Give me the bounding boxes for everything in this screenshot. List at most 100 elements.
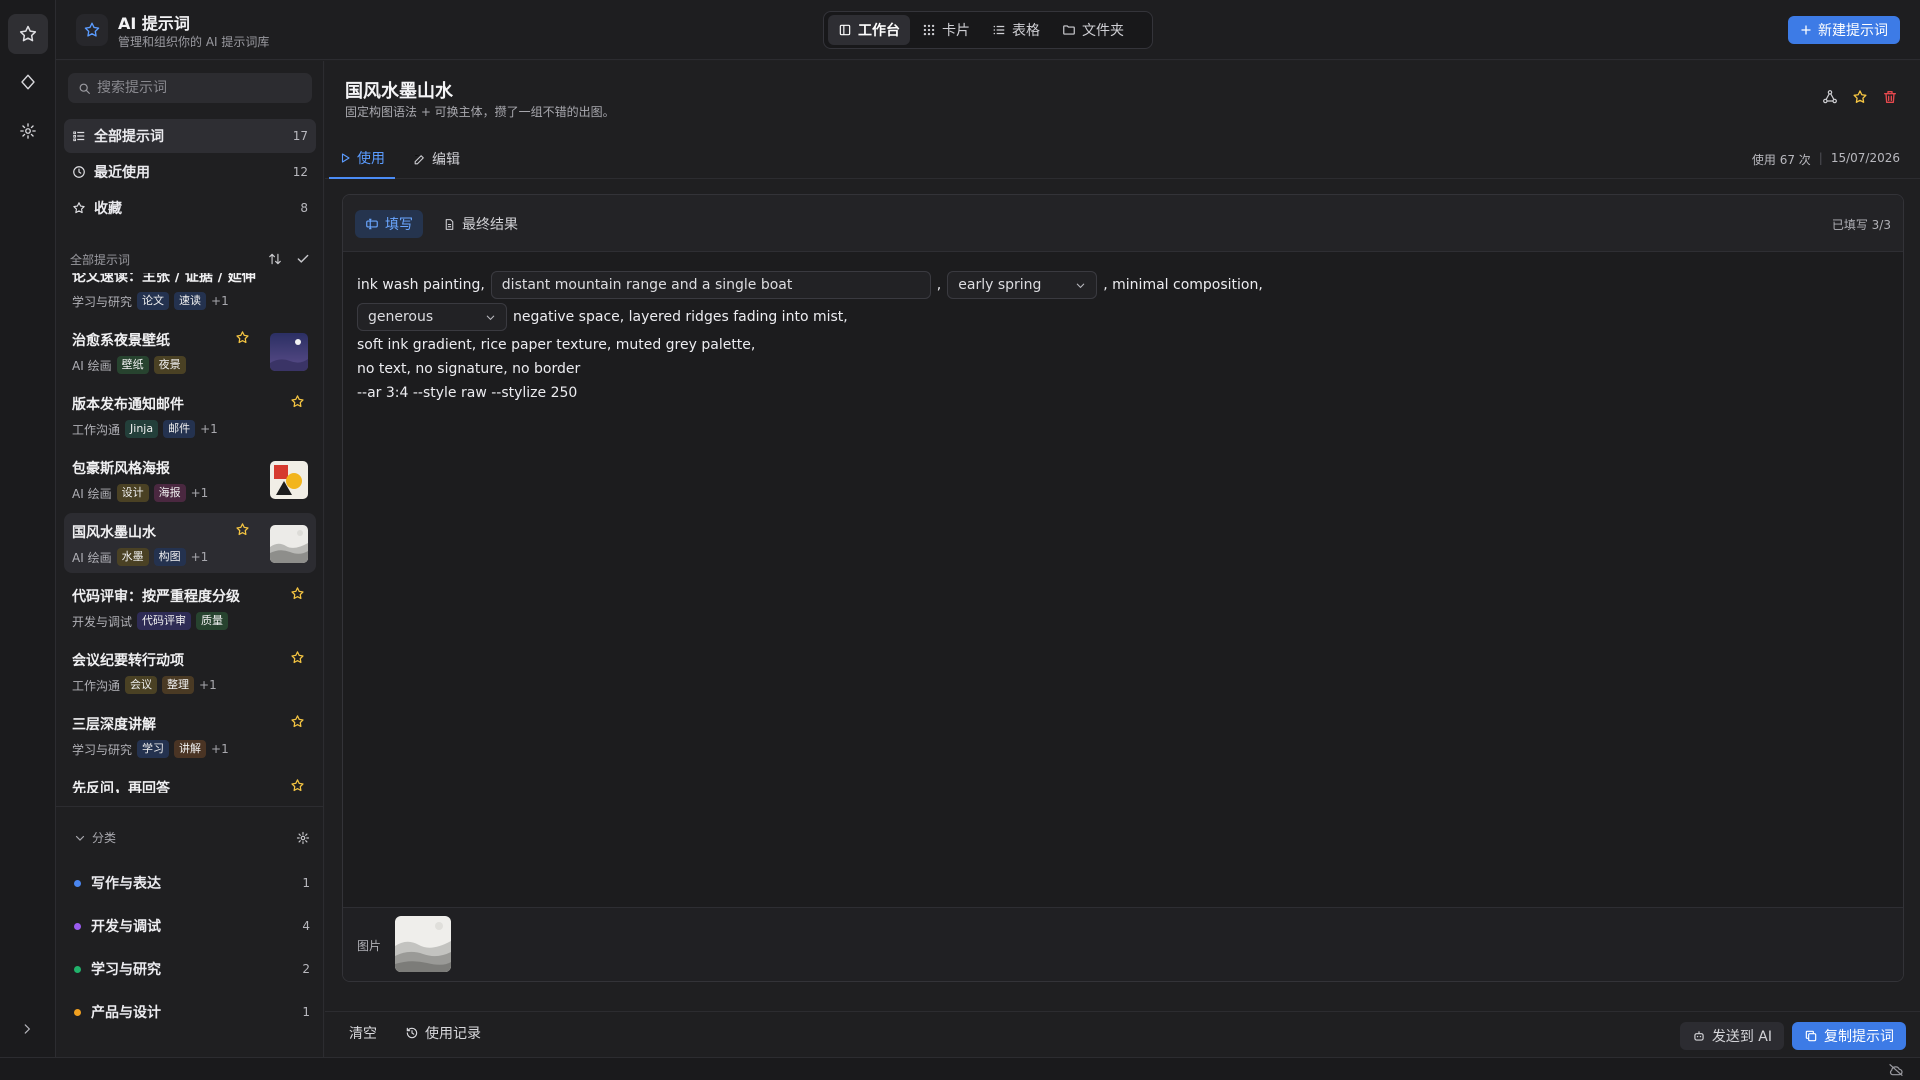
list-item[interactable]: 代码评审：按严重程度分级 开发与调试 代码评审 质量	[64, 577, 316, 637]
categories-header[interactable]: 分类	[74, 829, 310, 846]
trash-icon[interactable]	[1882, 89, 1898, 105]
gear-icon[interactable]	[296, 831, 310, 845]
tag: 海报	[153, 484, 186, 502]
prompt-list: 论文速读：主张 / 证据 / 延伸 学习与研究 论文 速读 +1 治愈系夜景壁纸…	[56, 273, 324, 793]
night-scene-thumbnail	[270, 333, 308, 371]
tab-label: 编辑	[432, 152, 460, 168]
star-icon[interactable]	[235, 330, 250, 345]
robot-icon	[1694, 1031, 1704, 1041]
season-select[interactable]: early spring	[947, 271, 1098, 299]
history-icon	[406, 1027, 418, 1039]
view-cards-button[interactable]: 卡片	[912, 15, 980, 45]
prompt-title: 会议纪要转行动项	[72, 653, 184, 669]
prompt-category: 学习与研究	[72, 294, 133, 309]
subject-field[interactable]: distant mountain range and a single boat	[490, 271, 931, 299]
favorites-rail-button[interactable]	[8, 14, 48, 54]
text-cursor-icon	[366, 218, 378, 230]
history-button[interactable]: 使用记录	[405, 1023, 481, 1043]
view-folder-button[interactable]: 文件夹	[1052, 15, 1134, 45]
category-dot	[74, 922, 81, 930]
select-value: early spring	[958, 277, 1042, 293]
star-icon[interactable]	[290, 394, 305, 409]
nav-recent[interactable]: 最近使用 12	[64, 155, 316, 189]
nav-label: 全部提示词	[94, 129, 164, 145]
tag: 质量	[196, 612, 229, 630]
star-icon[interactable]	[290, 586, 305, 601]
new-prompt-button[interactable]: 新建提示词	[1788, 16, 1900, 44]
list-header-label: 全部提示词	[70, 252, 131, 267]
tab-final-result[interactable]: 最终结果	[433, 210, 528, 238]
search-box[interactable]	[68, 73, 312, 103]
plus-icon	[1801, 25, 1811, 35]
models-rail-button[interactable]	[8, 62, 48, 102]
prompt-category: AI 绘画	[72, 358, 112, 373]
category-item[interactable]: 产品与设计 1	[74, 1000, 310, 1024]
bottom-left-actions: 清空 使用记录	[349, 1023, 481, 1043]
tab-fill[interactable]: 填写	[355, 210, 423, 238]
attached-image[interactable]	[395, 916, 451, 972]
list-item[interactable]: 版本发布通知邮件 工作沟通 Jinja 邮件 +1	[64, 385, 316, 445]
image-label: 图片	[357, 939, 382, 953]
star-icon[interactable]	[290, 778, 305, 793]
list-item[interactable]: 三层深度讲解 学习与研究 学习 讲解 +1	[64, 705, 316, 765]
prompt-category: AI 绘画	[72, 486, 112, 501]
more-tags: +1	[211, 742, 229, 756]
check-icon[interactable]	[296, 252, 310, 266]
prompt-meta: AI 绘画 设计 海报 +1	[72, 484, 208, 502]
category-item[interactable]: 学习与研究 2	[74, 957, 310, 981]
last-used-date: 15/07/2026	[1830, 151, 1900, 165]
category-item[interactable]: 写作与表达 1	[74, 871, 310, 895]
list-section-header: 全部提示词	[70, 249, 310, 269]
category-item[interactable]: 开发与调试 4	[74, 914, 310, 938]
tab-edit[interactable]: 编辑	[403, 139, 470, 179]
list-item[interactable]: 论文速读：主张 / 证据 / 延伸 学习与研究 论文 速读 +1	[64, 273, 316, 317]
star-icon[interactable]	[290, 714, 305, 729]
template-text: ink wash painting,	[357, 277, 485, 293]
send-to-ai-button[interactable]: 发送到 AI	[1679, 1022, 1784, 1050]
category-count: 2	[302, 962, 310, 976]
nav-all-prompts[interactable]: 全部提示词 17	[64, 119, 316, 153]
space-select[interactable]: generous	[357, 303, 507, 331]
new-prompt-label: 新建提示词	[1818, 23, 1888, 39]
tag: Jinja	[125, 420, 159, 438]
view-label: 表格	[1012, 23, 1040, 39]
category-name: 学习与研究	[91, 962, 161, 978]
list-item[interactable]: 会议纪要转行动项 工作沟通 会议 整理 +1	[64, 641, 316, 701]
view-workbench-button[interactable]: 工作台	[828, 15, 910, 45]
cloud-off-icon[interactable]	[1888, 1063, 1904, 1077]
list-item[interactable]: 国风水墨山水 AI 绘画 水墨 构图 +1	[64, 513, 316, 573]
grid-icon	[923, 24, 935, 36]
app-subtitle: 管理和组织你的 AI 提示词库	[118, 35, 270, 49]
view-label: 工作台	[858, 23, 900, 39]
send-label: 发送到 AI	[1711, 1029, 1772, 1045]
prompt-title: 国风水墨山水	[72, 525, 156, 541]
thumbnail-image	[270, 525, 308, 563]
nav-favorites[interactable]: 收藏 8	[64, 191, 316, 225]
expand-sidebar-button[interactable]	[20, 1022, 34, 1036]
share-icon[interactable]	[1822, 89, 1838, 105]
diamond-icon	[21, 74, 35, 90]
main-panel: 国风水墨山水 固定构图语法 + 可换主体，攒了一组不错的出图。 使用 编辑 使用…	[325, 61, 1920, 1057]
tab-use[interactable]: 使用	[329, 139, 395, 179]
list-item[interactable]: 治愈系夜景壁纸 AI 绘画 壁纸 夜景	[64, 321, 316, 381]
prompt-title: 论文速读：主张 / 证据 / 延伸	[72, 273, 256, 285]
template-text: , minimal composition,	[1103, 277, 1263, 293]
star-icon[interactable]	[290, 650, 305, 665]
view-table-button[interactable]: 表格	[982, 15, 1050, 45]
tag: 壁纸	[116, 356, 149, 374]
star-icon[interactable]	[235, 522, 250, 537]
usage-info: 使用 67 次 | 15/07/2026	[1752, 151, 1900, 168]
list-item[interactable]: 包豪斯风格海报 AI 绘画 设计 海报 +1	[64, 449, 316, 509]
sort-icon[interactable]	[268, 252, 282, 266]
top-header: AI 提示词 管理和组织你的 AI 提示词库 工作台 卡片 表格 文件夹 新建提…	[56, 0, 1920, 60]
clear-button[interactable]: 清空	[349, 1023, 377, 1043]
star-icon[interactable]	[1852, 89, 1868, 105]
search-input[interactable]	[97, 80, 297, 96]
copy-prompt-button[interactable]: 复制提示词	[1792, 1022, 1906, 1050]
page-description: 固定构图语法 + 可换主体，攒了一组不错的出图。	[345, 105, 615, 119]
tag: 整理	[162, 676, 195, 694]
settings-rail-button[interactable]	[8, 111, 48, 151]
page-title: 国风水墨山水	[345, 81, 453, 102]
list-item[interactable]: 先反问，再回答	[64, 769, 316, 793]
tag: 设计	[116, 484, 149, 502]
